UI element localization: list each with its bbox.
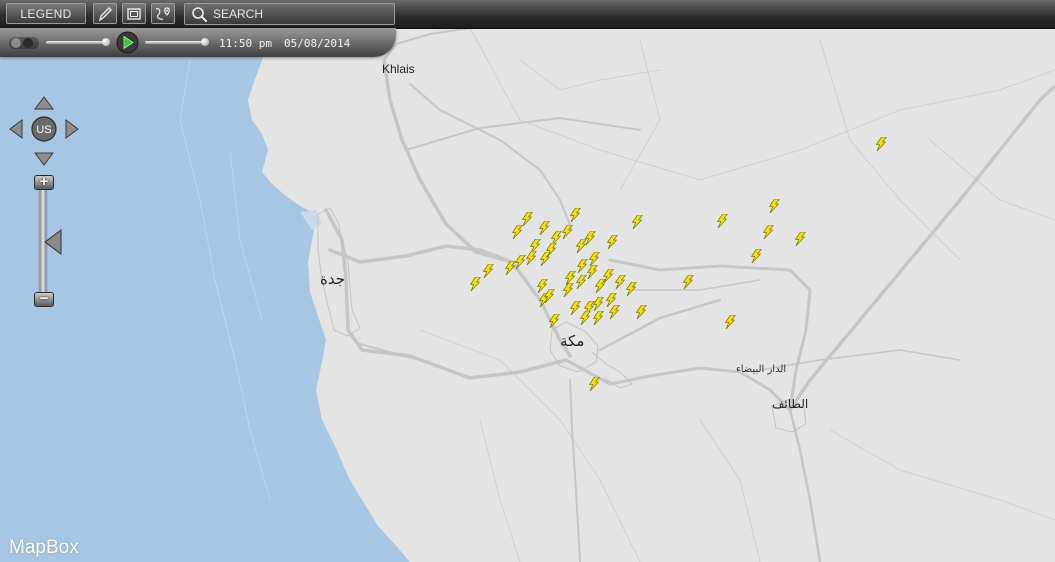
frame-button[interactable] bbox=[122, 3, 146, 24]
pan-center-label: US bbox=[36, 124, 51, 136]
time-slider-track[interactable] bbox=[145, 41, 209, 44]
date-display: 05/08/2014 bbox=[284, 37, 351, 50]
mapbox-attribution: MapBox bbox=[9, 537, 79, 558]
zoom-in-button[interactable]: + bbox=[34, 174, 54, 190]
search-box[interactable] bbox=[184, 3, 395, 25]
pan-up-button[interactable] bbox=[34, 96, 54, 110]
label-taif: الطائف bbox=[772, 397, 808, 411]
draw-button[interactable] bbox=[93, 3, 117, 24]
screen-icon bbox=[127, 7, 141, 20]
timeline-bar: 11:50 pm 05/08/2014 bbox=[0, 28, 396, 57]
top-toolbar: LEGEND bbox=[0, 0, 1055, 29]
legend-button[interactable]: LEGEND bbox=[6, 3, 86, 24]
time-display: 11:50 pm bbox=[219, 37, 272, 50]
map-canvas[interactable]: Khlais جدة مكة الدار البيضاء الطائف bbox=[0, 0, 1055, 562]
label-khlais: Khlais bbox=[382, 62, 415, 76]
label-dar-albaida: الدار البيضاء bbox=[736, 364, 786, 375]
play-button[interactable] bbox=[116, 31, 139, 54]
search-icon bbox=[192, 7, 207, 22]
time-slider-knob[interactable] bbox=[201, 38, 209, 46]
label-makkah: مكة bbox=[560, 332, 584, 350]
speed-slider-track[interactable] bbox=[46, 41, 110, 44]
zoom-out-button[interactable]: − bbox=[34, 291, 54, 307]
pan-control: US bbox=[9, 96, 79, 166]
pan-down-button[interactable] bbox=[34, 152, 54, 166]
speed-toggle[interactable] bbox=[9, 37, 39, 49]
search-input[interactable] bbox=[213, 5, 389, 23]
zoom-slider-handle[interactable] bbox=[44, 229, 62, 255]
speed-toggle-dot bbox=[11, 38, 21, 48]
pencil-icon bbox=[98, 6, 112, 22]
route-button[interactable] bbox=[151, 3, 175, 24]
label-jeddah: جدة bbox=[320, 270, 345, 288]
speed-toggle-dot bbox=[23, 38, 33, 48]
pan-left-button[interactable] bbox=[9, 119, 23, 139]
route-pin-icon bbox=[155, 6, 170, 20]
speed-slider-knob[interactable] bbox=[102, 38, 110, 46]
pan-right-button[interactable] bbox=[65, 119, 79, 139]
